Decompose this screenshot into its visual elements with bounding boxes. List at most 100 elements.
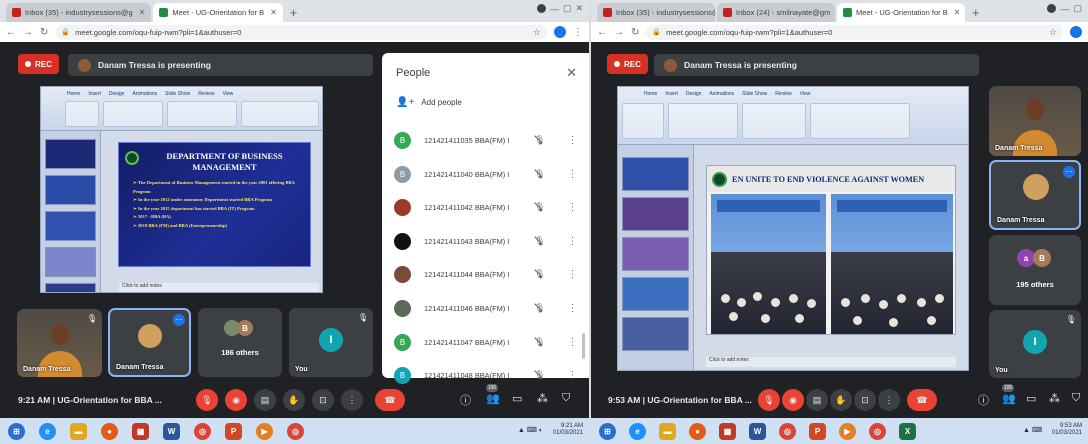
participant-row[interactable]: B 121421411035 BBA(FM) I 🎙 ⋮ <box>382 124 589 157</box>
new-tab-button[interactable]: + <box>972 5 980 20</box>
host-controls-icon[interactable]: ⛉ <box>1072 392 1080 405</box>
tab-meet[interactable]: Meet - UG-Orientation for B ✕ <box>153 3 283 22</box>
firefox-icon[interactable]: ● <box>689 422 706 440</box>
maximize-button[interactable]: ▢ <box>563 3 572 14</box>
close-icon[interactable]: ✕ <box>270 8 277 17</box>
people-icon[interactable]: 👥 <box>1002 392 1016 405</box>
tab-meet[interactable]: Meet - UG-Orientation for B ✕ <box>837 3 965 22</box>
activities-icon[interactable]: ⁂ <box>1049 392 1060 405</box>
folder-icon[interactable]: ▬ <box>659 422 676 440</box>
clock[interactable]: 9:21 AM 01/03/2021 <box>553 423 583 437</box>
clock[interactable]: 9:53 AM 01/03/2021 <box>1052 423 1082 437</box>
captions-button[interactable]: ▤ <box>806 389 828 411</box>
new-tab-button[interactable]: + <box>290 5 298 20</box>
calendar-icon[interactable]: ▦ <box>719 422 736 440</box>
address-bar[interactable]: 🔒 meet.google.com/oqu-fuip-rwm?pli=1&aut… <box>646 24 1063 40</box>
system-tray[interactable]: ▲ ⌨ ◐ <box>518 426 543 434</box>
minimize-button[interactable]: — <box>550 4 559 14</box>
participant-tile[interactable]: Danam Tressa <box>989 86 1081 156</box>
folder-icon[interactable]: ▬ <box>70 422 87 440</box>
info-icon[interactable]: ⓘ <box>460 392 471 408</box>
forward-icon[interactable]: → <box>23 27 33 38</box>
excel-icon[interactable]: X <box>899 422 916 440</box>
reload-icon[interactable]: ↻ <box>40 27 48 38</box>
maximize-button[interactable]: ▢ <box>1073 3 1082 14</box>
self-tile[interactable]: I 🎙 You <box>289 308 373 377</box>
media-player-icon[interactable]: ▶ <box>839 422 856 440</box>
chrome-icon[interactable]: ◎ <box>869 422 886 440</box>
add-people-button[interactable]: 👤+ Add people <box>396 97 462 108</box>
present-button[interactable]: ⊡ <box>854 389 876 411</box>
chrome-icon[interactable]: ◎ <box>779 422 796 440</box>
participant-tile[interactable]: ⋯ Danam Tressa <box>108 308 191 377</box>
participant-row[interactable]: 121421411043 BBA(FM) I 🎙 ⋮ <box>382 225 589 258</box>
present-button[interactable]: ⊡ <box>312 389 334 411</box>
start-icon[interactable]: ⊞ <box>599 422 616 440</box>
participant-row[interactable]: 121421411046 BBA(FM) I 🎙 ⋮ <box>382 292 589 325</box>
firefox-icon[interactable]: ● <box>101 422 118 440</box>
close-window-button[interactable]: ✕ <box>575 3 583 14</box>
back-icon[interactable]: ← <box>597 27 607 38</box>
more-options-icon[interactable]: ⋮ <box>567 303 577 314</box>
participant-row[interactable]: B 121421411040 BBA(FM) I 🎙 ⋮ <box>382 158 589 191</box>
chrome-icon[interactable]: ◎ <box>194 422 211 440</box>
participant-row[interactable]: B 121421411047 BBA(FM) I 🎙 ⋮ <box>382 326 589 359</box>
ie-icon[interactable]: e <box>39 422 56 440</box>
more-options-icon[interactable]: ⋮ <box>567 169 577 180</box>
powerpoint-icon[interactable]: P <box>809 422 826 440</box>
tab-inbox[interactable]: Inbox (35) - industrysessions@g ✕ <box>6 3 152 22</box>
scrollbar[interactable] <box>582 333 585 359</box>
minimize-button[interactable]: — <box>1060 4 1069 14</box>
tab-inbox[interactable]: Inbox (35) - industrysessions@ <box>597 3 715 22</box>
participant-row[interactable]: 121421411042 BBA(FM) I 🎙 ⋮ <box>382 191 589 224</box>
raise-hand-button[interactable]: ✋ <box>830 389 852 411</box>
more-options-icon[interactable]: ⋮ <box>567 236 577 247</box>
bookmark-star-icon[interactable]: ☆ <box>533 27 541 38</box>
browser-menu-icon[interactable]: ⋮ <box>573 27 583 38</box>
participant-tile[interactable]: 🎙 Danam Tressa <box>17 309 102 377</box>
profile-avatar[interactable] <box>554 26 566 38</box>
mic-off-button[interactable]: 🎙 <box>196 389 218 411</box>
word-icon[interactable]: W <box>163 422 180 440</box>
more-options-icon[interactable]: ⋮ <box>567 370 577 381</box>
forward-icon[interactable]: → <box>614 27 624 38</box>
captions-button[interactable]: ▤ <box>254 389 276 411</box>
bookmark-star-icon[interactable]: ☆ <box>1049 27 1057 38</box>
close-icon[interactable]: ✕ <box>954 8 961 17</box>
mic-off-button[interactable]: 🎙 <box>758 389 780 411</box>
system-tray[interactable]: ▲ ⌨ <box>1023 426 1042 434</box>
close-icon[interactable]: ✕ <box>139 8 146 17</box>
word-icon[interactable]: W <box>749 422 766 440</box>
more-options-icon[interactable]: ⋮ <box>567 135 577 146</box>
participant-row[interactable]: 121421411044 BBA(FM) I 🎙 ⋮ <box>382 258 589 291</box>
more-options-icon[interactable]: ⋮ <box>567 337 577 348</box>
tab-inbox-2[interactable]: Inbox (24) - smilnayate@gm <box>717 3 835 22</box>
reload-icon[interactable]: ↻ <box>631 27 639 38</box>
more-options-icon[interactable]: ⋮ <box>567 202 577 213</box>
address-bar[interactable]: 🔒 meet.google.com/oqu-fuip-rwm?pli=1&aut… <box>55 24 547 40</box>
raise-hand-button[interactable]: ✋ <box>283 389 305 411</box>
participant-tile[interactable]: ⋯ Danam Tressa <box>989 160 1081 230</box>
more-options-button[interactable]: ⋮ <box>341 389 363 411</box>
others-tile[interactable]: B 186 others <box>198 308 282 377</box>
leave-call-button[interactable]: ☎ <box>375 389 405 411</box>
back-icon[interactable]: ← <box>6 27 16 38</box>
camera-off-button[interactable]: ◉ <box>225 389 247 411</box>
powerpoint-icon[interactable]: P <box>225 422 242 440</box>
media-player-icon[interactable]: ▶ <box>256 422 273 440</box>
people-icon[interactable]: 👥 <box>486 392 500 405</box>
profile-avatar[interactable] <box>1070 26 1082 38</box>
chat-icon[interactable]: ▭ <box>512 392 522 405</box>
camera-off-button[interactable]: ◉ <box>782 389 804 411</box>
activities-icon[interactable]: ⁂ <box>537 392 548 405</box>
close-icon[interactable]: ✕ <box>566 65 577 81</box>
chat-icon[interactable]: ▭ <box>1026 392 1036 405</box>
info-icon[interactable]: ⓘ <box>978 392 989 408</box>
host-controls-icon[interactable]: ⛉ <box>562 392 570 405</box>
start-icon[interactable]: ⊞ <box>8 422 25 440</box>
others-tile[interactable]: a B 195 others <box>989 235 1081 305</box>
leave-call-button[interactable]: ☎ <box>907 389 937 411</box>
more-options-icon[interactable]: ⋮ <box>567 269 577 280</box>
self-tile[interactable]: I 🎙 You <box>989 310 1081 378</box>
ie-icon[interactable]: e <box>629 422 646 440</box>
